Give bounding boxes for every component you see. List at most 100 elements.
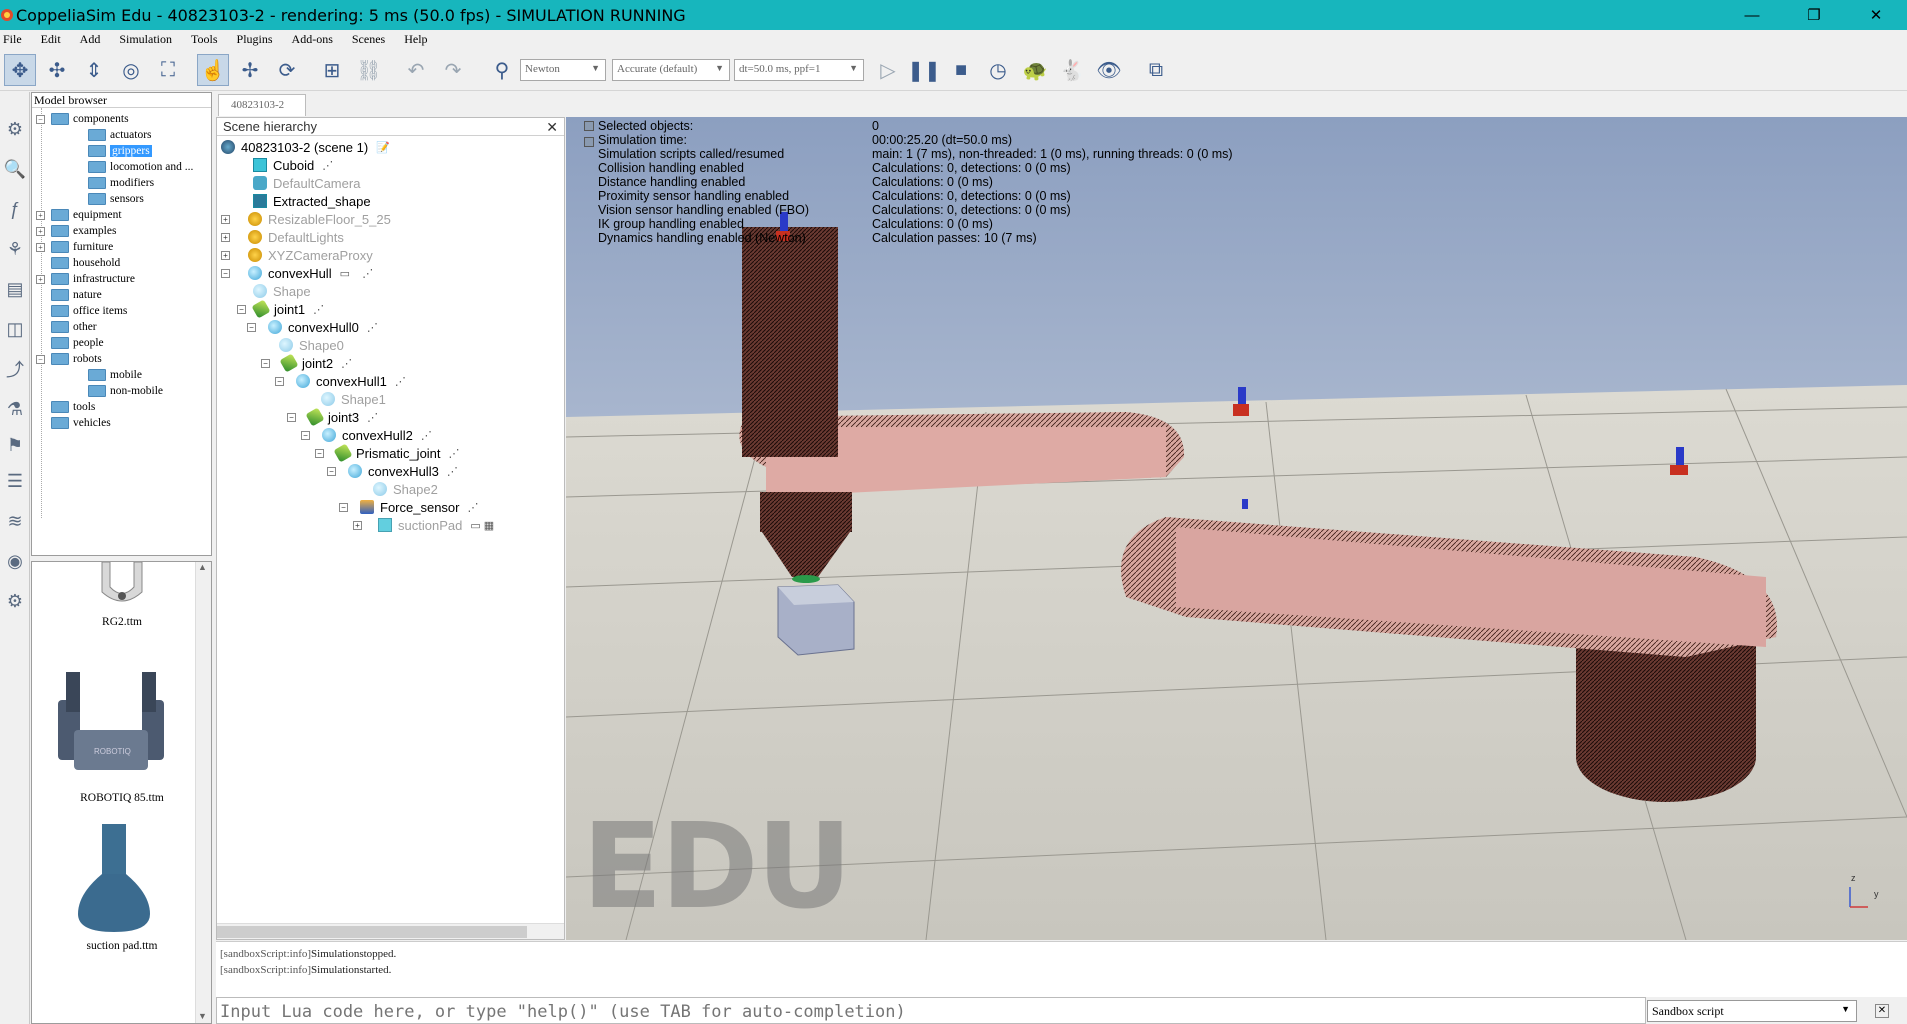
expander-icon[interactable]: + bbox=[36, 226, 45, 236]
scroll-down-icon[interactable]: ▼ bbox=[198, 1011, 207, 1021]
folder-item-household[interactable]: household bbox=[51, 255, 120, 271]
expander-icon[interactable]: − bbox=[261, 358, 270, 368]
camera-rotate-icon[interactable]: ✣ bbox=[41, 54, 73, 86]
menu-add-ons[interactable]: Add-ons bbox=[289, 30, 339, 48]
tree-node-suction-pad[interactable]: + suctionPad ▭ ▦ bbox=[353, 516, 494, 534]
close-window-button[interactable]: ✕ bbox=[1845, 0, 1907, 30]
folder-item-actuators[interactable]: actuators bbox=[88, 127, 152, 143]
folder-item-components[interactable]: − components bbox=[36, 111, 129, 127]
tree-node-convexhull0[interactable]: − convexHull0 ⋰ bbox=[247, 318, 378, 336]
folder-item-people[interactable]: people bbox=[51, 335, 104, 351]
transfer-dna-icon[interactable]: ⛓ bbox=[353, 54, 385, 86]
expander-icon[interactable]: − bbox=[237, 304, 246, 314]
expander-icon[interactable]: − bbox=[287, 412, 296, 422]
robotiq-model-thumbnail[interactable]: ROBOTIQ bbox=[46, 670, 176, 785]
maximize-button[interactable]: ❐ bbox=[1783, 0, 1845, 30]
stop-icon[interactable]: ■ bbox=[945, 54, 977, 86]
folder-item-tools[interactable]: tools bbox=[51, 399, 95, 415]
rg2-model-thumbnail[interactable] bbox=[92, 562, 152, 612]
settings-icon[interactable]: ⚙ bbox=[2, 116, 28, 142]
realtime-icon[interactable]: ◷ bbox=[982, 54, 1014, 86]
user-settings-icon[interactable]: ⚙ bbox=[2, 588, 28, 614]
lua-command-input[interactable] bbox=[216, 997, 1646, 1024]
model-browser-icon[interactable]: ⚑ bbox=[2, 432, 28, 458]
folder-item-modifiers[interactable]: modifiers bbox=[88, 175, 154, 191]
tree-node-extracted-shape[interactable]: Extracted_shape bbox=[253, 192, 371, 210]
menu-help[interactable]: Help bbox=[401, 30, 433, 48]
page-icon[interactable]: ▤ bbox=[2, 276, 28, 302]
expander-icon[interactable]: − bbox=[275, 376, 284, 386]
click-select-icon[interactable]: ☝ bbox=[197, 54, 229, 86]
visualization-icon[interactable]: 👁 bbox=[1093, 54, 1125, 86]
scene-viewport[interactable]: z y EDU Selected objects: Simulation tim… bbox=[566, 117, 1907, 940]
tree-node-xyz-camera-proxy[interactable]: + XYZCameraProxy bbox=[221, 246, 373, 264]
folder-item-vehicles[interactable]: vehicles bbox=[51, 415, 111, 431]
menu-add[interactable]: Add bbox=[77, 30, 107, 48]
pause-icon[interactable]: ❚❚ bbox=[907, 54, 941, 86]
tree-node-convexhull[interactable]: − convexHull ▭ ⋰ bbox=[221, 264, 373, 282]
tab-scene[interactable]: 40823103-2 bbox=[218, 94, 306, 116]
accuracy-select[interactable]: Accurate (default) ▼ bbox=[612, 59, 730, 81]
folder-item-grippers[interactable]: grippers bbox=[88, 143, 152, 159]
expander-icon[interactable]: − bbox=[36, 114, 45, 124]
tree-node-default-camera[interactable]: DefaultCamera bbox=[253, 174, 360, 192]
expander-icon[interactable]: + bbox=[36, 274, 45, 284]
tree-node-joint3[interactable]: − joint3 ⋰ bbox=[287, 407, 378, 427]
object-rotate-icon[interactable]: ⟳ bbox=[271, 54, 303, 86]
search-icon[interactable]: 🔍 bbox=[2, 156, 28, 182]
menu-file[interactable]: File bbox=[0, 30, 28, 48]
script-icon[interactable]: ƒ bbox=[2, 196, 28, 222]
redo-icon[interactable]: ↷ bbox=[437, 54, 469, 86]
tree-node-shape[interactable]: Shape bbox=[253, 282, 311, 300]
expander-icon[interactable]: − bbox=[36, 354, 45, 364]
folder-item-furniture[interactable]: + furniture bbox=[36, 239, 113, 255]
console-close-button[interactable]: ✕ bbox=[1875, 1004, 1889, 1018]
script-target-select[interactable]: Sandbox script ▼ bbox=[1647, 1000, 1857, 1022]
tree-node-shape0[interactable]: Shape0 bbox=[279, 336, 344, 354]
expander-icon[interactable]: − bbox=[247, 322, 256, 332]
tree-node-joint2[interactable]: − joint2 ⋰ bbox=[261, 353, 352, 373]
expander-icon[interactable]: + bbox=[36, 242, 45, 252]
timestep-select[interactable]: dt=50.0 ms, ppf=1 ▼ bbox=[734, 59, 864, 81]
layers-icon[interactable]: ≋ bbox=[2, 508, 28, 534]
folder-item-mobile[interactable]: mobile bbox=[88, 367, 142, 383]
physics-engine-select[interactable]: Newton ▼ bbox=[520, 59, 606, 81]
info-toggle-icon[interactable] bbox=[584, 137, 594, 147]
folder-item-locomotion[interactable]: locomotion and ... bbox=[88, 159, 193, 175]
folder-item-equipment[interactable]: + equipment bbox=[36, 207, 122, 223]
tree-node-shape1[interactable]: Shape1 bbox=[321, 390, 386, 408]
tree-node-prismatic-joint[interactable]: − Prismatic_joint ⋰ bbox=[315, 443, 460, 463]
hierarchy-horizontal-scrollbar[interactable] bbox=[217, 923, 564, 939]
expander-icon[interactable]: − bbox=[301, 430, 310, 440]
expander-icon[interactable]: + bbox=[36, 210, 45, 220]
expander-icon[interactable]: + bbox=[221, 250, 230, 260]
scroll-up-icon[interactable]: ▲ bbox=[198, 562, 207, 572]
folder-item-robots[interactable]: − robots bbox=[36, 351, 102, 367]
expander-icon[interactable]: + bbox=[221, 214, 230, 224]
expander-icon[interactable]: − bbox=[327, 466, 336, 476]
speed-up-icon[interactable]: 🐇 bbox=[1056, 54, 1088, 86]
tree-node-force-sensor[interactable]: − Force_sensor ⋰ bbox=[339, 498, 478, 516]
path-icon[interactable]: ⤴ bbox=[2, 356, 28, 382]
tree-node-resizable-floor[interactable]: + ResizableFloor_5_25 bbox=[221, 210, 391, 228]
expander-icon[interactable]: + bbox=[221, 232, 230, 242]
slow-down-icon[interactable]: 🐢 bbox=[1019, 54, 1051, 86]
video-recorder-icon[interactable]: ◉ bbox=[2, 548, 28, 574]
collision-icon[interactable]: ⚗ bbox=[2, 396, 28, 422]
camera-angle-icon[interactable]: ◎ bbox=[115, 54, 147, 86]
thumbnails-scrollbar[interactable]: ▲ ▼ bbox=[195, 562, 211, 1023]
menu-scenes[interactable]: Scenes bbox=[349, 30, 391, 48]
shape-edit-icon[interactable]: ⚘ bbox=[2, 236, 28, 262]
folder-item-other[interactable]: other bbox=[51, 319, 97, 335]
suction-pad-model-thumbnail[interactable] bbox=[68, 824, 158, 934]
scrollbar-thumb[interactable] bbox=[217, 926, 527, 938]
camera-pan-icon[interactable]: ✥ bbox=[4, 54, 36, 86]
fit-to-view-icon[interactable]: ⛶ bbox=[152, 54, 184, 86]
tree-node-convexhull3[interactable]: − convexHull3 ⋰ bbox=[327, 462, 458, 480]
menu-plugins[interactable]: Plugins bbox=[234, 30, 279, 48]
folder-item-examples[interactable]: + examples bbox=[36, 223, 116, 239]
scene-switch-icon[interactable]: ⧉ bbox=[1140, 54, 1172, 86]
tree-node-shape2[interactable]: Shape2 bbox=[373, 480, 438, 498]
menu-edit[interactable]: Edit bbox=[38, 30, 67, 48]
scene-hierarchy-icon[interactable]: ☰ bbox=[2, 468, 28, 494]
